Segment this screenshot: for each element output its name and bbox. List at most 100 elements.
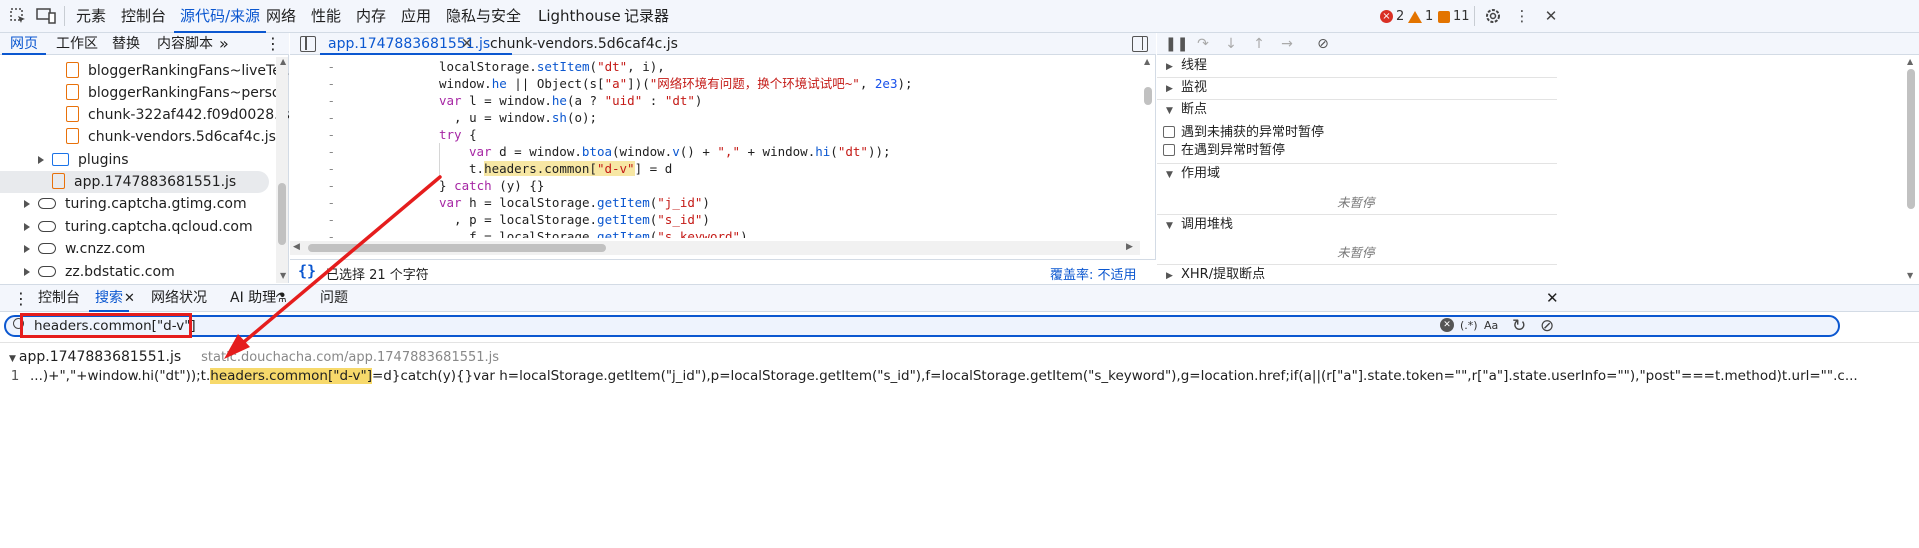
tab-overrides[interactable]: 替换 [112,33,140,55]
navigator-scrollbar[interactable]: ▲ ▼ [276,57,288,283]
domain-tree-item[interactable]: turing.captcha.qcloud.com [0,216,276,238]
warning-count[interactable]: 1 [1408,8,1433,25]
section-xhr-breakpoints[interactable]: ▶ XHR/提取断点 [1157,264,1557,286]
file-tree-item[interactable]: chunk-322af442.f09d0028.js [0,104,290,126]
code-line[interactable]: - try { [290,126,1140,143]
section-threads[interactable]: ▶ 线程 [1157,55,1557,77]
regex-toggle[interactable]: (.*) [1460,317,1478,335]
pause-caught-checkbox[interactable] [1163,144,1175,156]
code-line[interactable]: - var d = window.btoa(window.v() + "," + … [290,143,1140,160]
scrollbar-thumb[interactable] [1907,69,1915,209]
code-line[interactable]: - , f = localStorage.getItem("s_keyword"… [290,228,1140,238]
domain-tree-item[interactable]: w.cnzz.com [0,238,276,260]
issues-count[interactable]: 11 [1438,8,1470,25]
scroll-left-arrow-icon[interactable]: ◀ [293,242,300,252]
clear-results-icon[interactable]: ⊘ [1540,316,1554,336]
code-line[interactable]: -} catch (y) {} [290,177,1140,194]
editor-vertical-scrollbar[interactable]: ▲ [1142,57,1154,243]
navigator-menu-icon[interactable]: ⋮ [265,33,281,55]
pause-uncaught-exceptions[interactable]: 遇到未捕获的异常时暂停 [1163,124,1324,142]
tab-content-scripts[interactable]: 内容脚本 [157,33,213,55]
scrollbar-thumb[interactable] [1144,87,1152,105]
tab-sources[interactable]: 源代码/来源 [173,0,267,33]
scroll-up-arrow-icon[interactable]: ▲ [1907,57,1913,66]
section-scope[interactable]: ▼ 作用域 [1157,163,1557,185]
toggle-debugger-icon[interactable] [1132,36,1148,52]
close-tab-icon[interactable]: ✕ [461,33,473,55]
drawer-tab-ai-assistance[interactable]: AI 助理 [230,285,276,312]
tab-memory[interactable]: 内存 [356,0,386,33]
tab-application[interactable]: 应用 [401,0,431,33]
sidebar-scrollbar[interactable]: ▲ ▼ [1905,57,1917,283]
tab-page[interactable]: 网页 [2,33,46,55]
pause-icon[interactable]: ❚❚ [1165,35,1188,53]
code-line[interactable]: - var h = localStorage.getItem("j_id") [290,194,1140,211]
drawer-menu-icon[interactable]: ⋮ [13,285,29,312]
device-toolbar-icon[interactable] [36,6,56,26]
pretty-print-icon[interactable]: {} [298,262,316,280]
result-file-header[interactable]: ▼ app.1747883681551.js static.douchacha.co… [0,348,499,366]
tab-console[interactable]: 控制台 [121,0,166,33]
section-call-stack[interactable]: ▼ 调用堆栈 [1157,214,1557,236]
scrollbar-thumb[interactable] [278,183,286,245]
deactivate-breakpoints-icon[interactable]: ⊘ [1314,35,1332,53]
collapse-caret-icon[interactable]: ▼ [9,350,16,368]
expand-caret-icon[interactable] [38,156,44,164]
expand-caret-icon[interactable] [24,200,30,208]
expand-caret-icon[interactable] [24,245,30,253]
coverage-status[interactable]: 覆盖率: 不适用 [1050,264,1137,283]
more-tabs-chevron-icon[interactable]: » [219,33,229,55]
scrollbar-thumb[interactable] [308,244,606,252]
step-into-icon[interactable]: ↓ [1222,35,1240,53]
code-line[interactable]: - , p = localStorage.getItem("s_id") [290,211,1140,228]
error-count[interactable]: × 2 [1380,8,1404,25]
code-line[interactable]: - window.he || Object(s["a"])("网络环境有问题，换个… [290,75,1140,92]
close-devtools-icon[interactable]: ✕ [1541,6,1561,26]
tab-network[interactable]: 网络 [266,0,296,33]
case-sensitive-toggle[interactable]: Aa [1484,317,1498,335]
code-line[interactable]: - var l = window.he(a ? "uid" : "dt") [290,92,1140,109]
code-line-highlighted[interactable]: - t.headers.common["d-v"] = d [290,160,1140,177]
result-match-line[interactable]: 1 ...)+","+window.hi("dt"));t.headers.com… [0,367,1919,385]
step-out-icon[interactable]: ↑ [1250,35,1268,53]
tab-elements[interactable]: 元素 [76,0,106,33]
code-line[interactable]: - localStorage.setItem("dt", i), [290,58,1140,75]
expand-caret-icon[interactable] [24,268,30,276]
file-tree-item[interactable]: chunk-vendors.5d6caf4c.js [0,126,276,148]
tab-privacy-security[interactable]: 隐私与安全 [446,0,521,33]
drawer-tab-issues[interactable]: 问题 [320,285,348,312]
step-over-icon[interactable]: ↷ [1194,35,1212,53]
tab-workspace[interactable]: 工作区 [56,33,98,55]
settings-gear-icon[interactable] [1483,6,1503,26]
scroll-right-arrow-icon[interactable]: ▶ [1126,242,1133,252]
toggle-navigator-icon[interactable] [300,36,316,52]
tab-recorder[interactable]: 记录器 [624,0,669,33]
domain-tree-item[interactable]: turing.captcha.gtimg.com [0,193,276,215]
scroll-down-arrow-icon[interactable]: ▼ [1907,271,1913,280]
expand-caret-icon[interactable] [24,223,30,231]
scroll-down-arrow-icon[interactable]: ▼ [280,271,286,280]
inspect-element-icon[interactable] [8,6,28,26]
drawer-tab-console[interactable]: 控制台 [38,285,80,312]
file-tree-item[interactable]: bloggerRankingFans~perso... [0,82,294,104]
clear-search-icon[interactable]: ✕ [1440,318,1454,332]
pause-caught-exceptions[interactable]: 在遇到异常时暂停 [1163,142,1285,160]
tab-performance[interactable]: 性能 [311,0,341,33]
drawer-tab-network-conditions[interactable]: 网络状况 [151,285,207,312]
domain-tree-item[interactable]: zz.bdstatic.com [0,261,276,283]
file-tree-item-selected[interactable]: app.1747883681551.js [0,171,269,193]
scroll-up-arrow-icon[interactable]: ▲ [280,57,286,66]
file-tree-item[interactable]: bloggerRankingFans~liveTe... [0,60,294,82]
section-watch[interactable]: ▶ 监视 [1157,77,1557,99]
editor-tab-chunk-vendors[interactable]: chunk-vendors.5d6caf4c.js [490,33,678,55]
drawer-tab-search[interactable]: 搜索 [89,285,129,312]
folder-tree-item[interactable]: plugins [0,149,276,171]
step-icon[interactable]: → [1278,35,1296,53]
pause-uncaught-checkbox[interactable] [1163,126,1175,138]
editor-horizontal-scrollbar[interactable]: ◀ ▶ [290,241,1140,255]
more-options-icon[interactable]: ⋮ [1512,6,1532,26]
close-search-tab-icon[interactable]: ✕ [124,285,135,312]
close-drawer-icon[interactable]: ✕ [1546,285,1559,312]
section-breakpoints[interactable]: ▼ 断点 [1157,99,1557,121]
scroll-up-arrow-icon[interactable]: ▲ [1144,57,1150,66]
